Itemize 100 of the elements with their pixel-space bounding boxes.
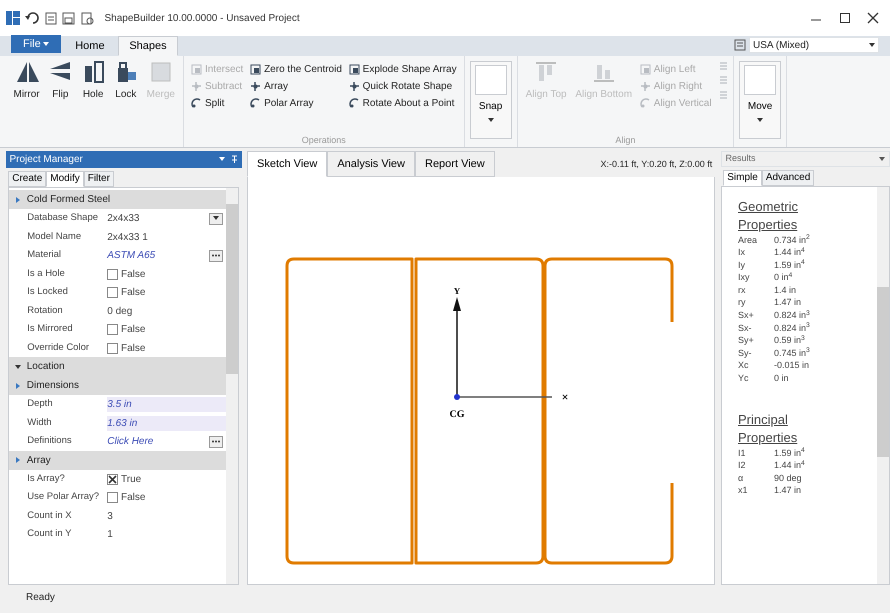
- view-tab[interactable]: Report View: [415, 150, 495, 178]
- ellipsis-button[interactable]: [209, 436, 223, 448]
- property-value: 0 deg: [107, 304, 132, 318]
- align-icon: [719, 60, 728, 70]
- c-section-shape[interactable]: [544, 258, 674, 565]
- units-dropdown[interactable]: USA (Mixed): [749, 37, 879, 54]
- property-section[interactable]: Location: [9, 357, 226, 376]
- property-value: 2x4x33 1: [107, 230, 148, 244]
- save-icon[interactable]: [62, 12, 75, 24]
- property-label: I2: [738, 459, 747, 472]
- ellipsis-icon: [212, 440, 220, 443]
- panel-tab[interactable]: Simple: [723, 170, 762, 186]
- property-label: Iy: [738, 258, 746, 272]
- checkbox[interactable]: [107, 287, 118, 298]
- property-label: Sy+: [738, 334, 755, 347]
- caret-icon[interactable]: [218, 157, 224, 162]
- property-name: Count in Y: [26, 527, 72, 542]
- view-tab[interactable]: Analysis View: [327, 150, 415, 178]
- property-value: 0 in: [774, 372, 789, 385]
- pin-icon[interactable]: [230, 154, 238, 164]
- ribbon-button[interactable]: Lock: [110, 58, 141, 104]
- property-value: False: [121, 268, 146, 282]
- property-value: 0 in$^{4}$: [774, 271, 792, 284]
- property-value[interactable]: ASTM A65: [107, 248, 206, 263]
- print-preview-icon[interactable]: [80, 12, 94, 24]
- ribbon-small-button[interactable]: Quick Rotate Shape: [346, 78, 459, 95]
- panel-tab[interactable]: Advanced: [762, 170, 814, 186]
- property-name: Material: [26, 248, 62, 262]
- property-section[interactable]: Cold Formed Steel: [9, 190, 226, 210]
- tool-icon: [190, 64, 202, 75]
- sketch-canvas[interactable]: × Y CG: [247, 177, 715, 585]
- property-name: Use Polar Array?: [26, 490, 100, 504]
- panel-title: Project Manager: [10, 152, 84, 167]
- ribbon-small-button[interactable]: Split: [188, 94, 246, 112]
- ribbon-tab[interactable]: Home: [64, 36, 116, 56]
- property-label: Area: [738, 234, 758, 246]
- property-value: False: [121, 286, 146, 300]
- property-value: 0.824 in$^{3}$: [774, 322, 810, 334]
- ribbon-small-button[interactable]: Rotate About a Point: [346, 94, 459, 112]
- property-label: Ix: [738, 246, 746, 259]
- window-title: ShapeBuilder 10.00.0000 - Unsaved Project: [104, 12, 300, 26]
- ribbon-button[interactable]: Mirror: [10, 58, 43, 104]
- status-text: Ready: [26, 591, 55, 606]
- app-icon: [6, 11, 20, 25]
- caret-icon[interactable]: [879, 156, 885, 161]
- caret-icon: [213, 216, 219, 220]
- property-name: Count in X: [26, 508, 73, 523]
- property-value: 1.47 in: [774, 296, 802, 310]
- caret-icon: [757, 118, 764, 122]
- panel-tab[interactable]: Modify: [46, 170, 84, 186]
- ellipsis-button[interactable]: [209, 250, 223, 262]
- units-icon: [734, 39, 746, 52]
- ribbon-small-button[interactable]: Polar Array: [248, 94, 344, 112]
- property-label: α: [738, 472, 744, 484]
- checkbox[interactable]: [107, 342, 118, 354]
- panel-tab[interactable]: Filter: [84, 170, 114, 186]
- property-value: False: [121, 491, 146, 505]
- property-label: Xc: [738, 359, 750, 372]
- panel-tab[interactable]: Create: [8, 170, 46, 186]
- ribbon-tab[interactable]: Shapes: [118, 36, 178, 56]
- property-value: 1.47 in: [774, 484, 802, 497]
- align-icon: [719, 75, 728, 84]
- new-file-icon[interactable]: [44, 12, 56, 24]
- property-section[interactable]: Array: [9, 450, 226, 470]
- ribbon-small-button[interactable]: Zero the Centroid: [248, 60, 344, 78]
- y-axis-label: Y: [454, 286, 460, 296]
- ribbon-button[interactable]: Flip: [45, 58, 76, 104]
- tool-icon: [250, 64, 262, 75]
- checkbox[interactable]: [107, 492, 118, 503]
- ribbon-small-button[interactable]: Explode Shape Array: [346, 60, 459, 78]
- scrollbar[interactable]: [877, 186, 889, 584]
- property-section[interactable]: Dimensions: [9, 376, 226, 396]
- property-label: Sx+: [738, 309, 755, 322]
- property-value: 0.824 in$^{3}$: [774, 309, 810, 322]
- ribbon-small-button[interactable]: Array: [248, 78, 344, 95]
- checkbox[interactable]: [107, 268, 118, 280]
- align-icon: [719, 90, 728, 99]
- c-section-shape[interactable]: [286, 258, 414, 565]
- checkbox[interactable]: [107, 324, 118, 335]
- ribbon-split-button[interactable]: Snap: [470, 60, 512, 139]
- x-axis-label: ×: [562, 390, 568, 404]
- maximize-icon[interactable]: [838, 12, 850, 24]
- ribbon-split-button[interactable]: Move: [739, 60, 782, 139]
- property-value[interactable]: Click Here: [107, 434, 206, 449]
- ribbon-button[interactable]: Hole: [78, 58, 108, 104]
- scrollbar[interactable]: [226, 188, 238, 584]
- expander-icon[interactable]: [15, 364, 22, 370]
- centroid-point: [454, 394, 460, 400]
- file-menu-button[interactable]: File: [11, 35, 62, 54]
- c-section-shape[interactable]: [414, 258, 544, 565]
- coordinates-readout: X:-0.11 ft, Y:0.20 ft, Z:0.00 ft: [600, 158, 714, 172]
- dropdown-button[interactable]: [209, 212, 223, 224]
- view-tab[interactable]: Sketch View: [247, 150, 328, 178]
- tool-icon: [190, 80, 202, 92]
- close-icon[interactable]: [867, 12, 879, 24]
- checkbox[interactable]: [107, 474, 118, 484]
- undo-icon[interactable]: [25, 12, 39, 24]
- section-heading: Principal Properties: [738, 410, 798, 447]
- property-name: Rotation: [26, 304, 64, 318]
- align-top-icon: [534, 60, 558, 84]
